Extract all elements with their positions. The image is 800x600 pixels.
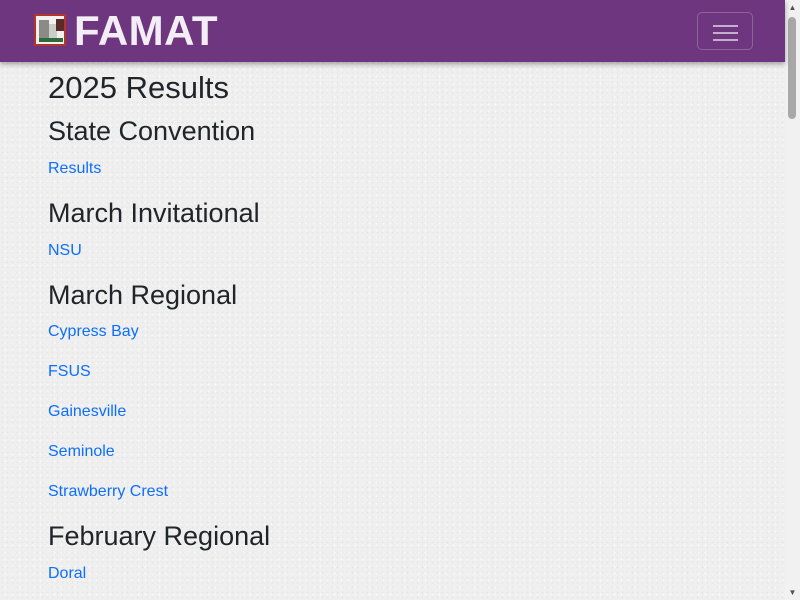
page-title: 2025 Results <box>48 70 229 105</box>
section-heading-march-regional: March Regional <box>48 280 238 310</box>
section-heading-march-invitational: March Invitational <box>48 198 260 228</box>
link-nsu[interactable]: NSU <box>48 242 82 260</box>
vertical-scrollbar[interactable]: ▲ ▼ <box>785 0 800 600</box>
section-heading-february-regional: February Regional <box>48 521 271 551</box>
link-cypress-bay[interactable]: Cypress Bay <box>48 323 139 341</box>
link-seminole[interactable]: Seminole <box>48 443 115 461</box>
brand-name: FAMAT <box>74 7 219 54</box>
link-gainesville[interactable]: Gainesville <box>48 403 126 421</box>
arrow-down-icon[interactable]: ▼ <box>785 585 800 600</box>
navbar: FAMAT <box>0 0 785 62</box>
link-strawberry-crest[interactable]: Strawberry Crest <box>48 483 168 501</box>
section-heading-state-convention: State Convention <box>48 116 256 146</box>
arrow-up-icon[interactable]: ▲ <box>785 0 800 15</box>
link-state-results[interactable]: Results <box>48 160 101 178</box>
famat-logo <box>34 14 66 46</box>
scroll-thumb[interactable] <box>788 17 796 119</box>
link-fsus[interactable]: FSUS <box>48 363 91 381</box>
link-doral[interactable]: Doral <box>48 565 86 583</box>
menu-toggle-button[interactable] <box>697 12 753 50</box>
